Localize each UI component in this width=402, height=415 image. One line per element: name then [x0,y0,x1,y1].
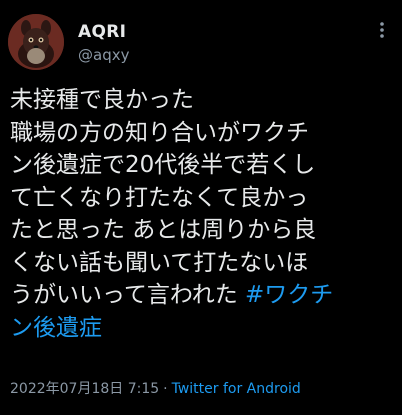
tweet-text-line: ン後遺症で20代後半で若くし [10,152,316,178]
hashtag-link-continued[interactable]: ン後遺症 [10,315,102,341]
tweet-source-link[interactable]: Twitter for Android [172,381,301,397]
tweet-text: 未接種で良かった 職場の方の知り合いがワクチ ン後遺症で20代後半で若くし て亡… [10,84,396,344]
tweet-text-segment: うがいいって言われた [10,282,246,308]
tweet-timestamp[interactable]: 2022年07月18日 7:15 [10,381,159,397]
tweet-card: AQRI @aqxy 未接種で良かった 職場の方の知り合いがワクチ ン後遺症で2… [0,0,402,415]
tweet-text-line: くない話も聞いて打たないほ [10,249,309,276]
meta-separator: · [163,381,168,397]
tweet-meta: 2022年07月18日 7:15 · Twitter for Android [10,380,301,398]
tweet-text-line: 職場の方の知り合いがワクチ [10,119,309,146]
author-handle[interactable]: @aqxy [78,45,129,65]
more-vertical-icon[interactable] [372,20,392,40]
author-display-name[interactable]: AQRI [78,22,129,42]
squirrel-avatar-icon[interactable] [8,14,64,70]
tweet-text-line: て亡くなり打たなくて良かっ [10,184,309,211]
hashtag-link[interactable]: #ワクチ [245,282,333,308]
tweet-text-line-with-hashtag: うがいいって言われた #ワクチ [10,279,396,312]
tweet-header: AQRI @aqxy [8,14,394,74]
tweet-text-line: ン後遺症 [10,312,396,345]
tweet-text-line: 未接種で良かった [10,87,194,113]
author-names[interactable]: AQRI @aqxy [78,22,129,65]
tweet-text-line: たと思った あとは周りから良 [10,217,317,243]
